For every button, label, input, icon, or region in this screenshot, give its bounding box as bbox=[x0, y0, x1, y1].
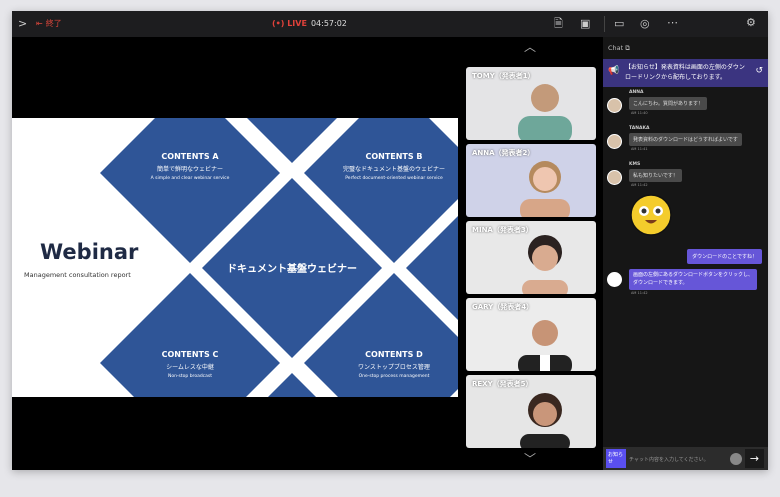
stage: ︿ Webinar Management consultation report… bbox=[12, 37, 603, 470]
person-image bbox=[520, 393, 570, 448]
slide-center-text: ドキュメント基盤ウェビナー bbox=[227, 264, 357, 275]
emoji-icon[interactable] bbox=[730, 453, 742, 465]
text: AM 11:41 bbox=[631, 147, 648, 151]
timer: 04:57:02 bbox=[310, 19, 347, 28]
profile-icon[interactable]: ◎ bbox=[640, 18, 650, 29]
screen-share-icon[interactable]: ▣ bbox=[580, 18, 590, 29]
text: 発表資料のダウンロードはどうすればよいです bbox=[629, 133, 742, 146]
text: CONTENTS C bbox=[161, 350, 219, 359]
text: 簡単で鮮明なウェビナー bbox=[156, 166, 224, 173]
person-image bbox=[520, 161, 570, 217]
chevron-up-icon[interactable]: ︿ bbox=[524, 41, 536, 53]
megaphone-icon: 📢 bbox=[608, 66, 620, 76]
avatar bbox=[607, 170, 622, 185]
text: CONTENTS A bbox=[161, 152, 219, 161]
slide-title: Webinar bbox=[40, 240, 139, 264]
chat-panel: Chat ⧉ 📢 【お知らせ】発表資料は画面の左側のダウンロードリンクから配布し… bbox=[603, 37, 768, 470]
avatar bbox=[607, 98, 622, 113]
webinar-window: > ⇤ 終了 (•) LIVE 04:57:02 🗎 ▣ ▭ ◎ ⋯ ⚙ ︿ Web… bbox=[12, 11, 768, 470]
person-image bbox=[518, 84, 572, 140]
smiley-sticker bbox=[630, 194, 672, 236]
chat-title: Chat ⧉ bbox=[608, 44, 630, 52]
text: GARY（発表者4） bbox=[472, 303, 534, 311]
text: REXY（発表者5） bbox=[472, 380, 533, 388]
divider bbox=[604, 16, 605, 32]
presenter-video[interactable]: MINA（発表者3） bbox=[466, 221, 596, 294]
text: CONTENTS B bbox=[365, 152, 423, 161]
live-status: (•) LIVE 04:57:02 bbox=[272, 19, 347, 28]
text: AM 11:42 bbox=[631, 291, 648, 295]
text: CONTENTS D bbox=[365, 350, 423, 359]
text: Perfect document-oriented webinar servic… bbox=[345, 176, 443, 181]
presentation-slide: Webinar Management consultation report ド… bbox=[12, 118, 458, 397]
text: 画面の左側にあるダウンロードボタンをクリックし、ダウンロードできます。 bbox=[629, 269, 757, 290]
more-icon[interactable]: ⋯ bbox=[667, 17, 678, 28]
text: KMS bbox=[629, 162, 641, 167]
text: 完璧なドキュメント基盤のウェビナー bbox=[342, 166, 446, 173]
text: MINA（発表者3） bbox=[472, 226, 533, 234]
text: 【お知らせ】発表資料は画面の左側のダウンロードリンクから配布しております。 bbox=[625, 64, 745, 81]
text: TANAKA bbox=[629, 126, 650, 131]
person-image bbox=[522, 235, 568, 294]
presenter-video[interactable]: TOMY（発表者1） bbox=[466, 67, 596, 140]
text: 終了 bbox=[45, 19, 62, 28]
send-button[interactable]: → bbox=[745, 449, 764, 468]
card-contents-a: CONTENTS A 簡単で鮮明なウェビナー A simple and clear … bbox=[151, 152, 230, 181]
gear-icon[interactable]: ⚙ bbox=[746, 17, 756, 28]
text: Non-stop broadcast bbox=[167, 374, 213, 379]
announcement-banner: 📢 【お知らせ】発表資料は画面の左側のダウンロードリンクから配布しております。 … bbox=[603, 59, 768, 87]
text: ANNA bbox=[629, 90, 644, 95]
presenter-video[interactable]: GARY（発表者4） bbox=[466, 298, 596, 371]
text: ワンストップブロセス管理 bbox=[358, 364, 430, 371]
card-contents-c: CONTENTS C シームレスな中継 Non-stop broadcast bbox=[162, 350, 219, 379]
text: AM 11:40 bbox=[631, 111, 648, 115]
slide-subtitle: Management consultation report bbox=[24, 271, 131, 279]
chevron-down-icon[interactable]: ﹀ bbox=[524, 453, 536, 465]
text: A simple and clear webinar service bbox=[150, 176, 230, 181]
top-bar: > ⇤ 終了 (•) LIVE 04:57:02 🗎 ▣ ▭ ◎ ⋯ ⚙ bbox=[12, 11, 768, 37]
avatar bbox=[607, 134, 622, 149]
text: 私も知りたいです！ bbox=[629, 169, 682, 182]
text: ANNA（発表者2） bbox=[472, 149, 535, 157]
diamond bbox=[268, 373, 316, 397]
live-badge: (•) LIVE bbox=[272, 19, 307, 28]
my-message: ダウンロードのことですね！ bbox=[687, 249, 762, 264]
end-button[interactable]: ⇤ 終了 bbox=[36, 18, 62, 29]
text: こんにちわ。質問があります！ bbox=[629, 97, 708, 110]
text: AM 11:42 bbox=[631, 183, 648, 187]
chat-icon[interactable]: ▭ bbox=[614, 18, 624, 29]
chat-input-bar: お知らせ チャット内容を入力してください。 → bbox=[603, 447, 768, 470]
card-contents-b: CONTENTS B 完璧なドキュメント基盤のウェビナー Perfect docum… bbox=[343, 152, 445, 181]
chevron-right-icon[interactable]: > bbox=[18, 18, 27, 29]
history-icon[interactable]: ↺ bbox=[755, 67, 763, 76]
presenter-video[interactable]: REXY（発表者5） bbox=[466, 375, 596, 448]
text: TOMY（発表者1） bbox=[472, 72, 535, 80]
text: One-stop process management bbox=[358, 374, 430, 379]
card-contents-d: CONTENTS D ワンストップブロセス管理 One-stop process m… bbox=[358, 350, 430, 379]
chat-input[interactable]: チャット内容を入力してください。 bbox=[629, 456, 709, 463]
text: シームレスな中継 bbox=[166, 364, 214, 371]
person-image bbox=[518, 320, 572, 371]
document-icon[interactable]: 🗎 bbox=[554, 18, 563, 29]
avatar bbox=[607, 272, 622, 287]
presenter-video[interactable]: ANNA（発表者2） bbox=[466, 144, 596, 217]
notice-button[interactable]: お知らせ bbox=[606, 449, 626, 468]
exit-icon: ⇤ bbox=[36, 19, 43, 28]
